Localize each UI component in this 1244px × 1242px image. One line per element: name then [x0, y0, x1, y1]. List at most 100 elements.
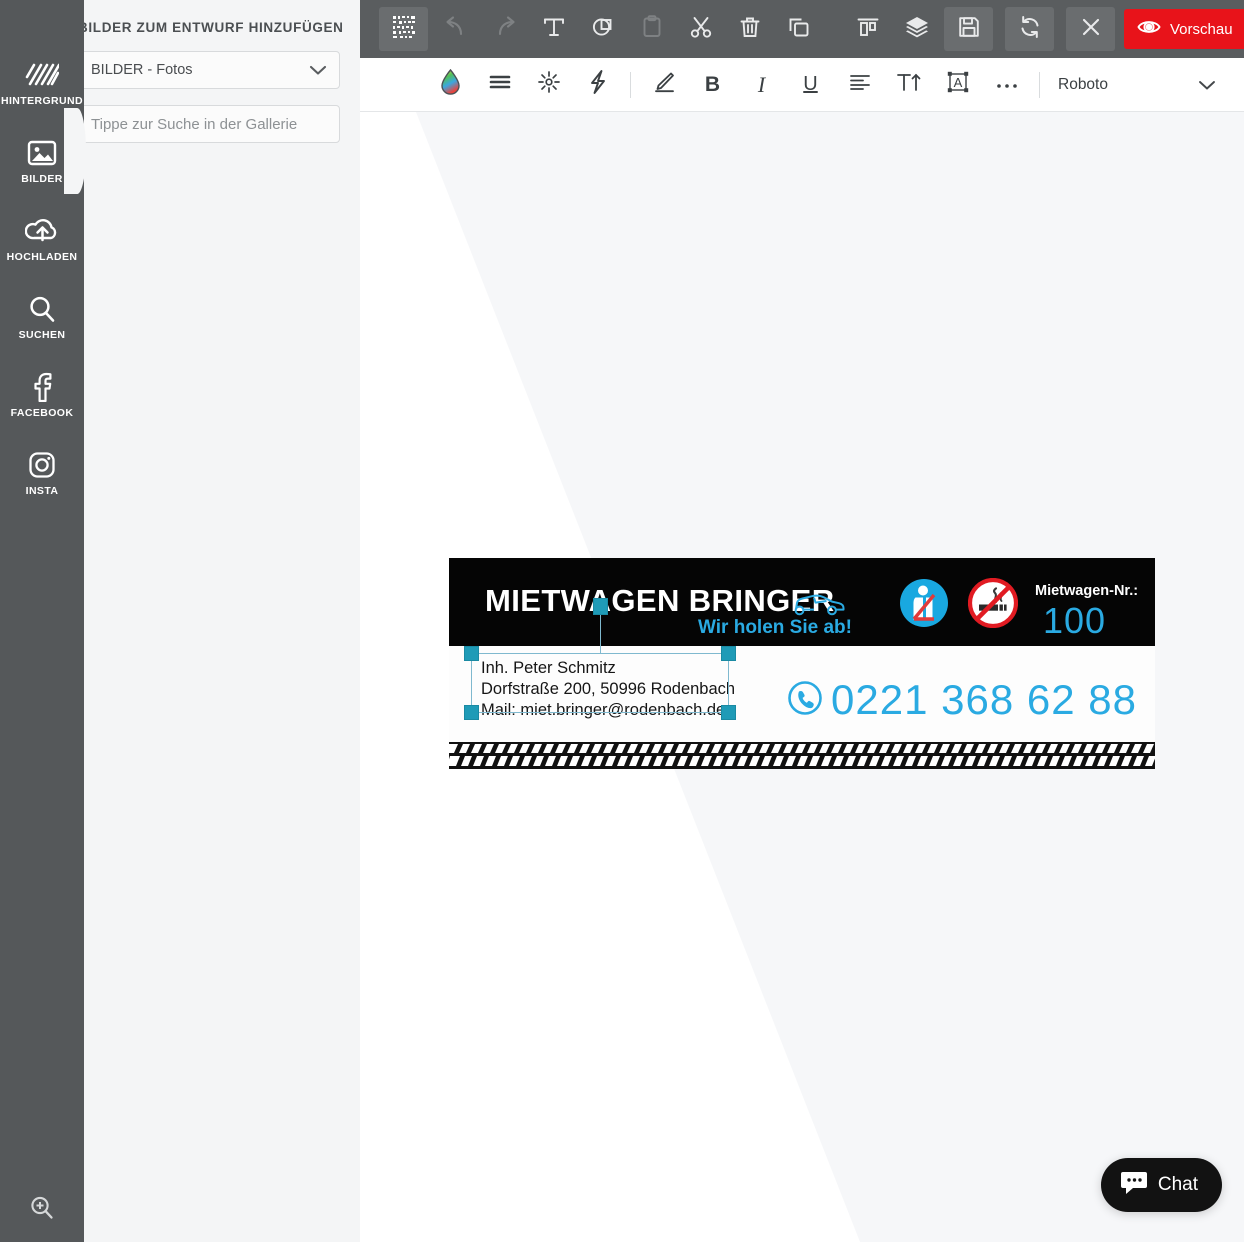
rental-number-label: Mietwagen-Nr.:	[1035, 583, 1139, 599]
preview-button-label: Vorschau	[1170, 20, 1233, 38]
sidebar-item-hochladen[interactable]: HOCHLADEN	[0, 208, 84, 268]
left-icon-rail: HINTERGRUND BILDER HOCHLADEN SUCHEN FACE…	[0, 0, 84, 1242]
color-drop-icon	[438, 68, 463, 102]
search-icon	[27, 292, 57, 326]
upload-icon	[25, 214, 59, 248]
scissors-icon	[689, 15, 713, 44]
shape-icon	[591, 15, 615, 44]
close-x-icon	[1080, 16, 1102, 43]
redo-button[interactable]	[480, 7, 529, 51]
more-options-button[interactable]	[982, 65, 1031, 105]
sidebar-item-bilder[interactable]: BILDER	[0, 130, 84, 190]
sidebar-item-facebook[interactable]: FACEBOOK	[0, 364, 84, 424]
lightning-icon	[587, 69, 609, 101]
save-button[interactable]	[944, 7, 993, 51]
images-icon	[27, 136, 57, 170]
toolbar-divider-2	[1039, 71, 1040, 98]
redo-icon	[492, 15, 518, 44]
line-spacing-button[interactable]	[475, 65, 524, 105]
tire-tread-border	[435, 742, 1156, 769]
svg-text:A: A	[953, 75, 962, 90]
font-family-select[interactable]: Roboto	[1058, 68, 1216, 102]
zoom-in-button[interactable]	[0, 1184, 84, 1236]
refresh-icon	[1018, 15, 1042, 44]
lines-icon	[488, 72, 512, 98]
duplicate-button[interactable]	[774, 7, 823, 51]
add-text-button[interactable]	[529, 7, 578, 51]
eye-icon	[1137, 18, 1161, 40]
rental-number-value[interactable]: 100	[1043, 600, 1106, 642]
align-text-button[interactable]	[835, 65, 884, 105]
sidebar-item-label: BILDER	[21, 172, 63, 185]
floppy-save-icon	[957, 15, 981, 44]
facebook-icon	[29, 370, 55, 404]
layers-icon	[904, 15, 930, 44]
gallery-search-input[interactable]: Tippe zur Suche in der Gallerie	[78, 105, 340, 143]
pen-edit-button[interactable]	[639, 65, 688, 105]
text-size-icon	[896, 70, 922, 100]
card-slogan[interactable]: Wir holen Sie ab!	[698, 617, 852, 639]
card-address-text[interactable]: Inh. Peter Schmitz Dorfstraße 200, 50996…	[481, 658, 735, 721]
align-objects-icon	[856, 15, 880, 44]
gallery-search-placeholder: Tippe zur Suche in der Gallerie	[91, 115, 298, 133]
text-frame-button[interactable]: A	[933, 65, 982, 105]
design-editor-app: HINTERGRUND BILDER HOCHLADEN SUCHEN FACE…	[0, 0, 1244, 1242]
card-company-title[interactable]: MIETWAGEN BRINGER	[485, 583, 835, 619]
clipboard-icon	[641, 14, 663, 44]
card-street-line: Dorfstraße 200, 50996 Rodenbach	[481, 680, 736, 698]
preview-button[interactable]: Vorschau	[1124, 9, 1244, 49]
chat-button[interactable]: Chat	[1100, 1158, 1222, 1212]
sidebar-item-label: HOCHLADEN	[6, 250, 78, 263]
add-shape-button[interactable]	[578, 7, 627, 51]
format-toolbar: B I U A Roboto	[360, 58, 1244, 112]
italic-icon: I	[757, 71, 766, 97]
align-objects-button[interactable]	[843, 7, 892, 51]
paste-button[interactable]	[627, 7, 676, 51]
instagram-icon	[27, 448, 57, 482]
images-panel: BILDER ZUM ENTWURF HINZUFÜGEN BILDER - F…	[60, 0, 360, 1242]
card-email-line: Mail: miet.bringer@rodenbach.de	[481, 701, 726, 719]
effects-button[interactable]	[573, 65, 622, 105]
sidebar-item-label: INSTA	[25, 484, 59, 497]
business-card-design[interactable]: MIETWAGEN BRINGER Wir holen Sie ab! Miet…	[435, 558, 1156, 858]
category-select[interactable]: BILDER - Fotos	[78, 51, 340, 89]
trash-icon	[739, 15, 761, 44]
cut-button[interactable]	[676, 7, 725, 51]
undo-icon	[443, 15, 469, 44]
chat-button-label: Chat	[1157, 1174, 1198, 1195]
color-picker-button[interactable]	[426, 65, 475, 105]
ellipsis-icon	[995, 74, 1019, 96]
underline-icon: U	[803, 73, 818, 95]
card-phone-number: 0221 368 62 88	[831, 676, 1137, 723]
sidebar-item-hintergrund[interactable]: HINTERGRUND	[0, 52, 84, 112]
close-button[interactable]	[1066, 7, 1115, 51]
no-smoking-icon	[967, 577, 1019, 633]
delete-button[interactable]	[725, 7, 774, 51]
undo-button[interactable]	[431, 7, 480, 51]
underline-button[interactable]: U	[786, 65, 835, 105]
sidebar-item-label: SUCHEN	[18, 328, 66, 341]
qr-code-button[interactable]	[379, 7, 428, 51]
toolbar-divider	[630, 71, 631, 98]
panel-title: BILDER ZUM ENTWURF HINZUFÜGEN	[78, 20, 344, 35]
seatbelt-icon	[899, 578, 949, 633]
chevron-down-icon	[1198, 79, 1216, 91]
phone-handset-icon	[787, 680, 823, 721]
align-left-icon	[848, 73, 872, 97]
sidebar-item-suchen[interactable]: SUCHEN	[0, 286, 84, 346]
bold-icon: B	[704, 72, 721, 96]
sparkle-icon	[537, 70, 561, 100]
italic-button[interactable]: I	[737, 65, 786, 105]
background-icon	[25, 58, 59, 92]
brightness-button[interactable]	[524, 65, 573, 105]
qr-code-icon	[392, 15, 416, 44]
text-frame-icon: A	[946, 70, 970, 100]
main-toolbar: Vorschau	[360, 0, 1244, 58]
refresh-button[interactable]	[1005, 7, 1054, 51]
font-size-button[interactable]	[884, 65, 933, 105]
layers-button[interactable]	[892, 7, 941, 51]
design-canvas[interactable]: MIETWAGEN BRINGER Wir holen Sie ab! Miet…	[360, 112, 1244, 1242]
bold-button[interactable]: B	[688, 65, 737, 105]
card-phone-row[interactable]: 0221 368 62 88	[787, 676, 1137, 724]
sidebar-item-insta[interactable]: INSTA	[0, 442, 84, 502]
